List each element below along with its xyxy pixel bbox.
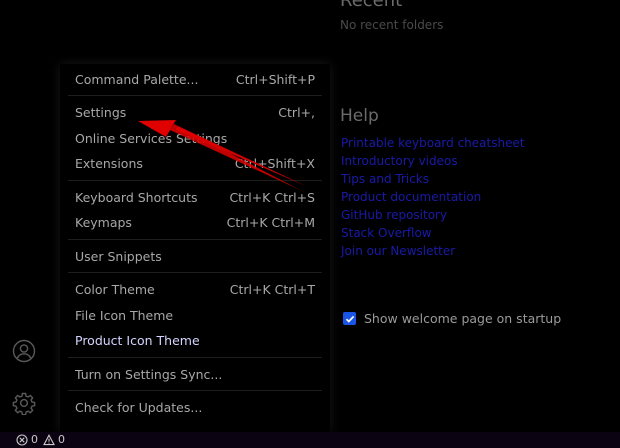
menu-item-label: File Icon Theme xyxy=(75,308,174,323)
menu-item-label: Keymaps xyxy=(75,215,132,230)
menu-separator xyxy=(68,239,322,240)
menu-separator xyxy=(68,95,322,96)
menu-separator xyxy=(68,272,322,273)
help-link-introductory-videos[interactable]: Introductory videos xyxy=(341,152,525,170)
menu-item-command-palette[interactable]: Command Palette... Ctrl+Shift+P xyxy=(75,69,315,91)
menu-item-shortcut: Ctrl+K Ctrl+T xyxy=(229,282,315,297)
help-link-tips-and-tricks[interactable]: Tips and Tricks xyxy=(341,170,525,188)
menu-item-extensions[interactable]: Extensions Ctrl+Shift+X xyxy=(75,153,315,175)
error-icon xyxy=(16,434,28,446)
help-section-title: Help xyxy=(340,106,379,126)
menu-item-keymaps[interactable]: Keymaps Ctrl+K Ctrl+M xyxy=(75,212,315,234)
manage-context-menu: Command Palette... Ctrl+Shift+P Settings… xyxy=(60,64,330,432)
menu-item-settings-sync[interactable]: Turn on Settings Sync... xyxy=(75,364,315,386)
menu-item-label: Keyboard Shortcuts xyxy=(75,190,198,205)
menu-separator xyxy=(68,390,322,391)
menu-item-label: Settings xyxy=(75,105,127,120)
menu-item-user-snippets[interactable]: User Snippets xyxy=(75,246,315,268)
menu-item-label: Check for Updates... xyxy=(75,400,203,415)
status-bar: 0 0 xyxy=(0,432,620,448)
menu-item-file-icon-theme[interactable]: File Icon Theme xyxy=(75,305,315,327)
menu-item-shortcut: Ctrl+K Ctrl+S xyxy=(229,190,315,205)
menu-item-keyboard-shortcuts[interactable]: Keyboard Shortcuts Ctrl+K Ctrl+S xyxy=(75,187,315,209)
show-on-startup-label: Show welcome page on startup xyxy=(364,311,562,326)
menu-item-shortcut: Ctrl+K Ctrl+M xyxy=(226,215,315,230)
menu-item-check-for-updates[interactable]: Check for Updates... xyxy=(75,397,315,419)
problems-indicator[interactable]: 0 0 xyxy=(16,434,70,446)
menu-item-shortcut: Ctrl+Shift+P xyxy=(235,72,315,87)
warning-icon xyxy=(43,434,55,446)
welcome-page: Recent No recent folders Help Printable … xyxy=(340,0,620,432)
help-links: Printable keyboard cheatsheet Introducto… xyxy=(341,134,525,260)
menu-item-label: User Snippets xyxy=(75,249,162,264)
help-link-product-documentation[interactable]: Product documentation xyxy=(341,188,525,206)
menu-item-color-theme[interactable]: Color Theme Ctrl+K Ctrl+T xyxy=(75,279,315,301)
manage-gear-icon[interactable] xyxy=(12,391,36,415)
menu-item-shortcut: Ctrl+, xyxy=(278,105,315,120)
account-icon[interactable] xyxy=(12,339,36,363)
checkmark-icon xyxy=(345,315,354,323)
menu-item-product-icon-theme[interactable]: Product Icon Theme xyxy=(75,330,315,352)
show-on-startup-row: Show welcome page on startup xyxy=(343,311,561,326)
menu-item-label: Turn on Settings Sync... xyxy=(75,367,223,382)
warning-count: 0 xyxy=(58,433,65,446)
show-on-startup-checkbox[interactable] xyxy=(343,312,356,325)
help-link-github-repository[interactable]: GitHub repository xyxy=(341,206,525,224)
recent-section-title: Recent xyxy=(340,0,403,11)
help-link-keyboard-cheatsheet[interactable]: Printable keyboard cheatsheet xyxy=(341,134,525,152)
menu-item-online-services-settings[interactable]: Online Services Settings xyxy=(75,128,315,150)
menu-item-shortcut: Ctrl+Shift+X xyxy=(234,156,315,171)
menu-item-label: Product Icon Theme xyxy=(75,333,200,348)
error-count: 0 xyxy=(31,433,38,446)
recent-empty-text: No recent folders xyxy=(340,18,444,32)
menu-item-settings[interactable]: Settings Ctrl+, xyxy=(75,102,315,124)
menu-item-label: Color Theme xyxy=(75,282,155,297)
menu-item-label: Command Palette... xyxy=(75,72,199,87)
menu-item-label: Extensions xyxy=(75,156,143,171)
help-link-stack-overflow[interactable]: Stack Overflow xyxy=(341,224,525,242)
help-link-newsletter[interactable]: Join our Newsletter xyxy=(341,242,525,260)
activity-bar xyxy=(0,0,48,432)
menu-separator xyxy=(68,357,322,358)
menu-item-label: Online Services Settings xyxy=(75,131,228,146)
menu-separator xyxy=(68,180,322,181)
